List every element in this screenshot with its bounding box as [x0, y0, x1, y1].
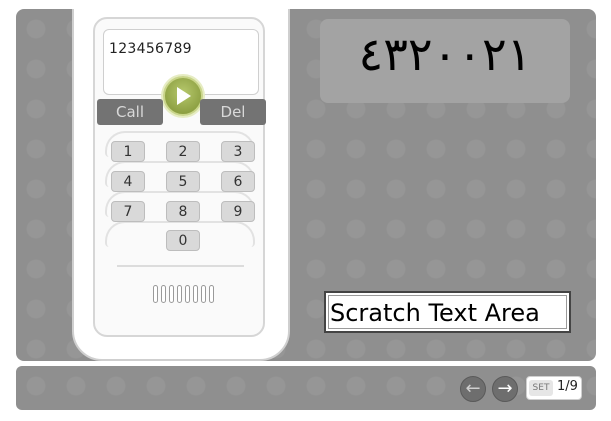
- phone-body: 123456789 Call Del 1 2 3 4 5 6 7 8 9 0: [72, 9, 290, 361]
- scratch-text-area[interactable]: Scratch Text Area: [324, 291, 571, 333]
- phone-face: 123456789 Call Del 1 2 3 4 5 6 7 8 9 0: [93, 17, 266, 337]
- target-number: ١٢٠٠٢٣٤: [358, 27, 532, 81]
- key-6[interactable]: 6: [221, 171, 255, 192]
- key-5[interactable]: 5: [166, 171, 200, 192]
- call-button[interactable]: Call: [97, 99, 163, 125]
- play-button[interactable]: [163, 76, 203, 116]
- key-3[interactable]: 3: [221, 141, 255, 162]
- key-1[interactable]: 1: [111, 141, 145, 162]
- key-0[interactable]: 0: [166, 230, 200, 251]
- delete-button[interactable]: Del: [200, 99, 266, 125]
- page-indicator: SET 1/9: [526, 376, 582, 400]
- key-9[interactable]: 9: [221, 201, 255, 222]
- key-7[interactable]: 7: [111, 201, 145, 222]
- navigation-bar: ← → SET 1/9: [16, 366, 596, 410]
- target-number-panel: ١٢٠٠٢٣٤: [320, 19, 570, 103]
- display-value: 123456789: [109, 41, 192, 57]
- scratch-text: Scratch Text Area: [330, 299, 540, 327]
- speaker-grille: [117, 265, 244, 337]
- key-2[interactable]: 2: [166, 141, 200, 162]
- page-number: 1/9: [557, 379, 578, 394]
- set-label: SET: [529, 380, 553, 396]
- left-arrow-icon[interactable]: ←: [460, 376, 486, 402]
- key-8[interactable]: 8: [166, 201, 200, 222]
- key-4[interactable]: 4: [111, 171, 145, 192]
- right-arrow-icon[interactable]: →: [492, 376, 518, 402]
